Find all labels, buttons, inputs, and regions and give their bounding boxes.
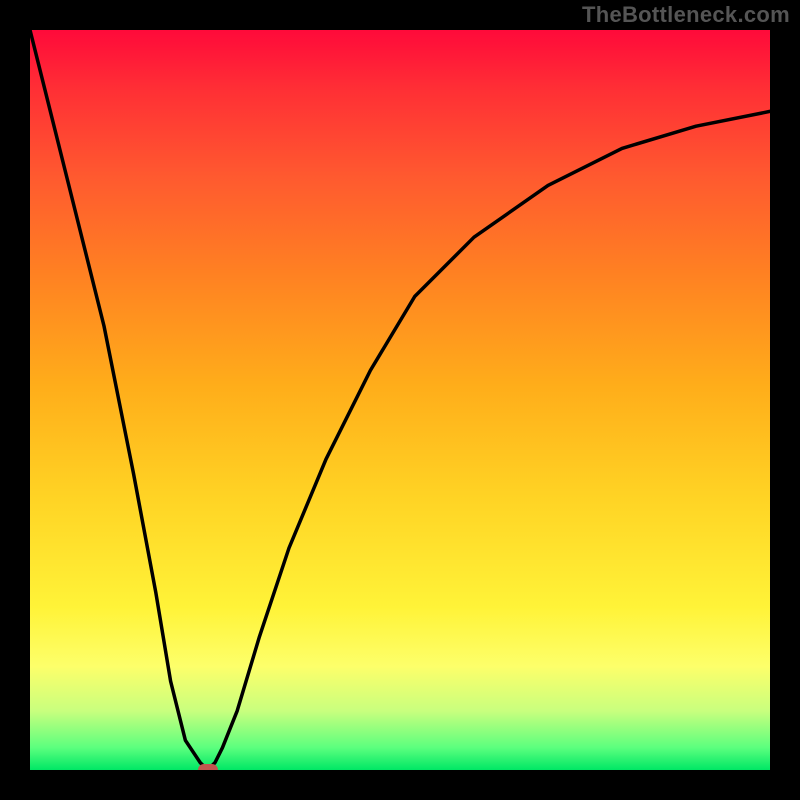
plot-area [30, 30, 770, 770]
chart-frame: TheBottleneck.com [0, 0, 800, 800]
bottleneck-curve [30, 30, 770, 770]
minimum-marker [198, 764, 218, 770]
watermark-label: TheBottleneck.com [582, 2, 790, 28]
